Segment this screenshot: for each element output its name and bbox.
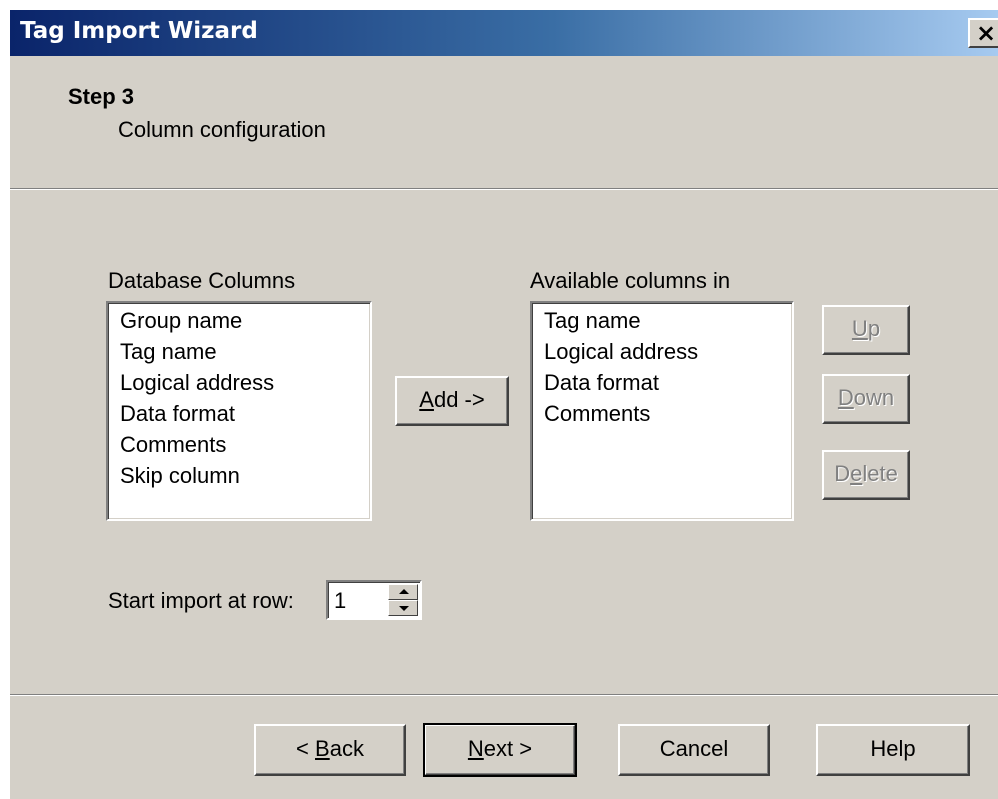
header-separator xyxy=(10,188,998,190)
spin-buttons xyxy=(388,584,418,616)
spin-up-arrow-icon xyxy=(399,589,409,594)
list-item[interactable]: Tag name xyxy=(544,308,641,334)
down-button[interactable]: Down xyxy=(822,374,910,424)
footer-separator xyxy=(10,694,998,696)
list-item[interactable]: Data format xyxy=(120,401,235,427)
database-columns-label: Database Columns xyxy=(108,268,296,293)
back-button[interactable]: < Back xyxy=(254,724,406,776)
list-item[interactable]: Tag name xyxy=(120,339,217,365)
wizard-header: Step 3 Column configuration xyxy=(10,56,998,190)
list-item[interactable]: Comments xyxy=(120,432,226,458)
spin-down-arrow-icon xyxy=(399,606,409,611)
list-item[interactable]: Group name xyxy=(120,308,242,334)
up-button[interactable]: Up xyxy=(822,305,910,355)
list-item[interactable]: Logical address xyxy=(120,370,274,396)
close-button[interactable]: × xyxy=(968,18,998,48)
add-button[interactable]: Add -> xyxy=(395,376,509,426)
database-columns-list[interactable]: Group name Tag name Logical address Data… xyxy=(106,301,372,521)
spin-down-button[interactable] xyxy=(388,600,418,616)
help-button[interactable]: Help xyxy=(816,724,970,776)
list-item[interactable]: Skip column xyxy=(120,463,240,489)
wizard-window: Tag Import Wizard × Step 3 Column config… xyxy=(10,10,998,799)
start-row-spinner[interactable]: 1 xyxy=(326,580,422,620)
title-bar[interactable]: Tag Import Wizard × xyxy=(10,10,998,56)
available-columns-list[interactable]: Tag name Logical address Data format Com… xyxy=(530,301,794,521)
start-row-value[interactable]: 1 xyxy=(334,588,346,614)
step-title: Step 3 xyxy=(68,84,135,109)
delete-button[interactable]: Delete xyxy=(822,450,910,500)
close-icon: × xyxy=(975,19,997,47)
start-row-label: Start import at row: xyxy=(108,588,294,613)
spin-up-button[interactable] xyxy=(388,584,418,600)
list-item[interactable]: Comments xyxy=(544,401,650,427)
window-title: Tag Import Wizard xyxy=(20,18,258,44)
cancel-button[interactable]: Cancel xyxy=(618,724,770,776)
step-subtitle: Column configuration xyxy=(118,117,326,142)
list-item[interactable]: Data format xyxy=(544,370,659,396)
list-item[interactable]: Logical address xyxy=(544,339,698,365)
next-button[interactable]: Next > xyxy=(423,723,577,777)
available-columns-label: Available columns in xyxy=(530,268,731,293)
